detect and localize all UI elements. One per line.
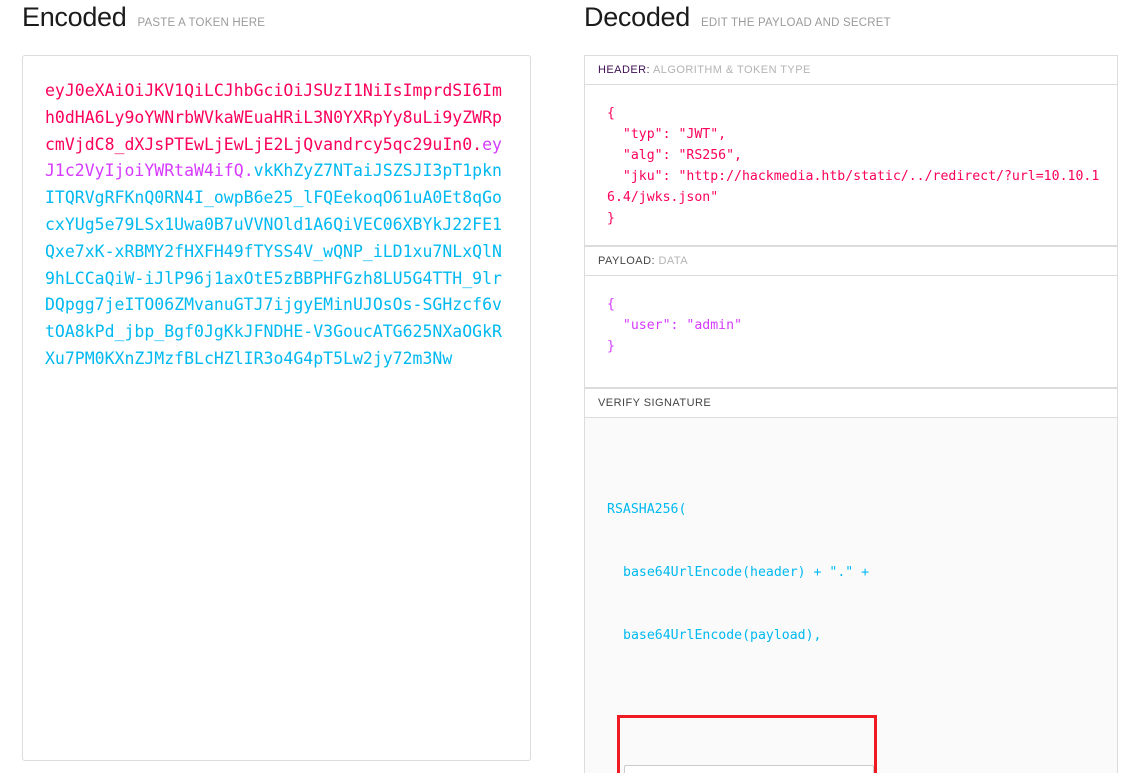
verify-signature-body: RSASHA256( base64UrlEncode(header) + "."… bbox=[584, 418, 1118, 773]
payload-json-editor[interactable]: { "user": "admin" } bbox=[584, 276, 1118, 388]
header-json-editor[interactable]: { "typ": "JWT", "alg": "RS256", "jku": "… bbox=[584, 85, 1118, 246]
verify-signature-section-label: VERIFY SIGNATURE bbox=[584, 388, 1118, 418]
encoded-title: Encoded bbox=[22, 2, 127, 32]
payload-section-label: PAYLOAD: DATA bbox=[584, 246, 1118, 276]
signature-header-encode-line: base64UrlEncode(header) + "." + bbox=[623, 565, 870, 580]
decoded-subtitle: EDIT THE PAYLOAD AND SECRET bbox=[700, 17, 891, 29]
token-signature-segment: vkKhZyZ7NTaiJSZSJI3pT1pknITQRVgRFKnQ0RN4… bbox=[45, 161, 502, 368]
header-section-label: HEADER: ALGORITHM & TOKEN TYPE bbox=[584, 55, 1118, 85]
header-section-label-key: HEADER: bbox=[598, 64, 651, 76]
header-section-label-rest: ALGORITHM & TOKEN TYPE bbox=[652, 64, 811, 76]
signature-algorithm-line: RSASHA256( bbox=[607, 502, 687, 517]
encoded-token-text[interactable]: eyJ0eXAiOiJKV1QiLCJhbGciOiJSUzI1NiIsImpr… bbox=[45, 78, 508, 373]
payload-section-label-rest: DATA bbox=[658, 255, 689, 267]
payload-section-label-key: PAYLOAD: bbox=[598, 255, 655, 267]
jwt-debugger-page: Encoded PASTE A TOKEN HERE eyJ0eXAiOiJKV… bbox=[0, 0, 1126, 773]
token-separator-1: . bbox=[472, 134, 483, 154]
verify-signature-label-key: VERIFY SIGNATURE bbox=[598, 397, 712, 409]
token-header-segment: eyJ0eXAiOiJKV1QiLCJhbGciOiJSUzI1NiIsImpr… bbox=[45, 81, 502, 154]
public-key-input[interactable] bbox=[624, 765, 874, 773]
token-separator-2: . bbox=[243, 161, 254, 181]
decoded-title: Decoded bbox=[584, 2, 690, 32]
encoded-column: Encoded PASTE A TOKEN HERE eyJ0eXAiOiJKV… bbox=[0, 0, 556, 773]
key-fields-annotation-box bbox=[617, 715, 877, 773]
encoded-heading: Encoded PASTE A TOKEN HERE bbox=[22, 0, 265, 34]
encoded-token-input[interactable]: eyJ0eXAiOiJKV1QiLCJhbGciOiJSUzI1NiIsImpr… bbox=[22, 55, 531, 761]
decoded-heading: Decoded EDIT THE PAYLOAD AND SECRET bbox=[584, 0, 891, 34]
encoded-subtitle: PASTE A TOKEN HERE bbox=[137, 17, 266, 29]
signature-payload-encode-line: base64UrlEncode(payload), bbox=[623, 628, 822, 643]
decoded-column: Decoded EDIT THE PAYLOAD AND SECRET HEAD… bbox=[580, 0, 1126, 773]
decoded-panel: HEADER: ALGORITHM & TOKEN TYPE { "typ": … bbox=[584, 55, 1118, 773]
